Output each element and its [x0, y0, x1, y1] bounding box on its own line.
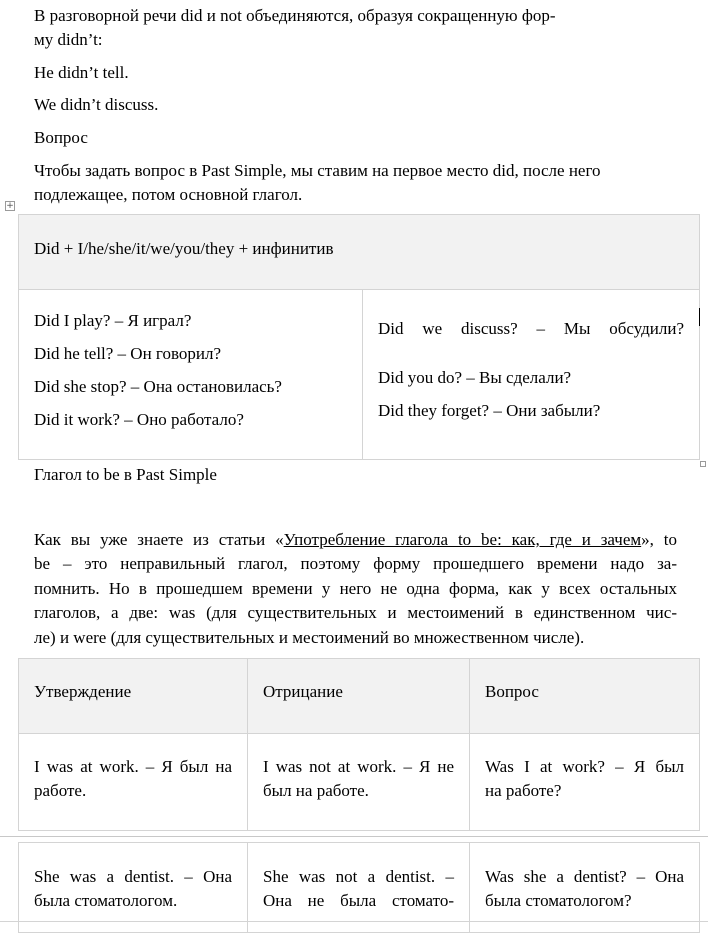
to-be-heading: Глагол to be в Past Simple — [34, 465, 217, 484]
to-be-para-line-2: be – это неправильный глагол, поэтому фо… — [34, 554, 677, 573]
cell-line: I was at work. – Я был на — [34, 757, 232, 776]
example-line-1: He didn’t tell. — [34, 63, 129, 82]
cell-line: She was not a dentist. – — [263, 867, 454, 886]
table-cell: She was a dentist. – Она была стоматолог… — [18, 842, 248, 933]
question-left-cell: Did I play? – Я играл? Did he tell? – Он… — [18, 289, 363, 460]
question-table: Did + I/he/she/it/we/you/they + инфинити… — [17, 214, 701, 460]
to-be-table-continued: She was a dentist. – Она была стоматолог… — [18, 842, 700, 933]
to-be-para-line-5: ле) и were (для существительных и местои… — [34, 628, 585, 647]
page-break-line — [0, 836, 708, 837]
table-cell: Was she a dentist? – Она была стоматолог… — [469, 842, 700, 933]
table-resize-icon[interactable] — [700, 461, 706, 467]
text-cursor — [699, 308, 700, 326]
cell-line: Она не была стомато- — [263, 891, 454, 910]
cell-line: на работе? — [485, 781, 562, 800]
formula-cell: Did + I/he/she/it/we/you/they + инфинити… — [17, 214, 701, 290]
formula-text: Did + I/he/she/it/we/you/they + инфинити… — [34, 239, 334, 258]
to-be-table: Утверждение Отрицание Вопрос I was at wo… — [18, 658, 700, 831]
question-example: Did he tell? – Он говорил? — [34, 344, 222, 363]
header-question: Вопрос — [485, 682, 539, 701]
table-move-icon[interactable]: + — [5, 201, 15, 211]
header-negative: Отрицание — [263, 682, 343, 701]
para-after-link: », to — [641, 530, 677, 549]
to-be-para-line-4: глаголов, а две: was (для существительны… — [34, 603, 677, 622]
header-cell: Отрицание — [247, 658, 470, 734]
cell-line: работе. — [34, 781, 87, 800]
table-cell: I was at work. – Я был на работе. — [18, 733, 248, 831]
to-be-para-line-1: Как вы уже знаете из статьи «Употреблени… — [34, 528, 677, 552]
header-affirmative: Утверждение — [34, 682, 132, 701]
to-be-para-line-3: помнить. Но в прошедшем времени у него н… — [34, 579, 677, 598]
cell-line: She was a dentist. – Она — [34, 867, 232, 886]
question-example: Did they forget? – Они забыли? — [378, 401, 601, 420]
table-cell: She was not a dentist. – Она не была сто… — [247, 842, 470, 933]
table-cell: Was I at work? – Я был на работе? — [469, 733, 700, 831]
cell-line: была стоматологом. — [34, 891, 178, 910]
cell-line: была стоматологом? — [485, 891, 632, 910]
example-line-2: We didn’t discuss. — [34, 95, 159, 114]
para-start: Как вы уже знаете из статьи « — [34, 530, 284, 549]
cell-line: Was I at work? – Я был — [485, 757, 684, 776]
header-cell: Утверждение — [18, 658, 248, 734]
question-example: Did it work? – Оно работало? — [34, 410, 244, 429]
question-heading: Вопрос — [34, 128, 88, 147]
cell-line: I was not at work. – Я не — [263, 757, 454, 776]
intro-line-2: му didn’t: — [34, 30, 103, 49]
table-cell: I was not at work. – Я не был на работе. — [247, 733, 470, 831]
cell-line: Was she a dentist? – Она — [485, 867, 684, 886]
question-right-cell: Did we discuss? – Мы обсудили? Did you d… — [361, 289, 701, 460]
article-link[interactable]: Употребление глагола to be: как, где и з… — [284, 530, 642, 549]
intro-line-1: В разговорной речи did и not объединяютс… — [34, 6, 556, 25]
question-example: Did we discuss? – Мы обсудили? — [378, 319, 685, 338]
question-example: Did I play? – Я играл? — [34, 311, 192, 330]
question-example: Did she stop? – Она остановилась? — [34, 377, 282, 396]
question-text-line-1: Чтобы задать вопрос в Past Simple, мы ст… — [34, 161, 601, 180]
page-bottom-line — [0, 921, 708, 922]
question-text-line-2: подлежащее, потом основной глагол. — [34, 185, 303, 204]
cell-line: был на работе. — [263, 781, 369, 800]
header-cell: Вопрос — [469, 658, 700, 734]
question-example: Did you do? – Вы сделали? — [378, 368, 572, 387]
